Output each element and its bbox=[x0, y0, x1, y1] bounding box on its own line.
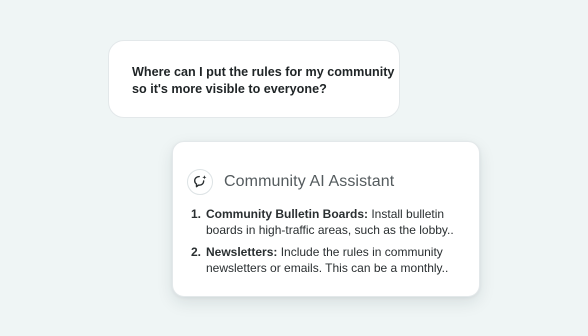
item-line: Community Bulletin Boards: Install bulle… bbox=[206, 206, 454, 222]
item-body: Community Bulletin Boards: Install bulle… bbox=[206, 206, 454, 238]
user-message-line: Where can I put the rules for my communi… bbox=[132, 65, 395, 79]
item-term: Newsletters: bbox=[206, 245, 278, 259]
answer-item: 2. Newsletters: Include the rules in com… bbox=[191, 244, 471, 276]
assistant-title: Community AI Assistant bbox=[224, 173, 395, 190]
user-message-bubble: Where can I put the rules for my communi… bbox=[108, 40, 400, 118]
item-number: 1. bbox=[191, 207, 202, 221]
item-text: Include the rules in community bbox=[277, 245, 443, 259]
item-line: newsletters or emails. This can be a mon… bbox=[206, 261, 449, 275]
user-message-line: so it's more visible to everyone? bbox=[132, 82, 327, 96]
item-term: Community Bulletin Boards: bbox=[206, 207, 369, 221]
item-line: boards in high-traffic areas, such as th… bbox=[206, 223, 454, 237]
assistant-response-card: Community AI Assistant 1. Community Bull… bbox=[172, 141, 480, 297]
item-number: 2. bbox=[191, 245, 202, 259]
answer-item: 1. Community Bulletin Boards: Install bu… bbox=[191, 206, 471, 238]
item-text: Install bulletin bbox=[368, 207, 445, 221]
assistant-header: Community AI Assistant bbox=[187, 169, 394, 195]
item-body: Newsletters: Include the rules in commun… bbox=[206, 244, 448, 276]
ai-chat-sparkle-icon bbox=[187, 169, 213, 195]
answer-list: 1. Community Bulletin Boards: Install bu… bbox=[191, 206, 471, 282]
item-line: Newsletters: Include the rules in commun… bbox=[206, 244, 448, 260]
